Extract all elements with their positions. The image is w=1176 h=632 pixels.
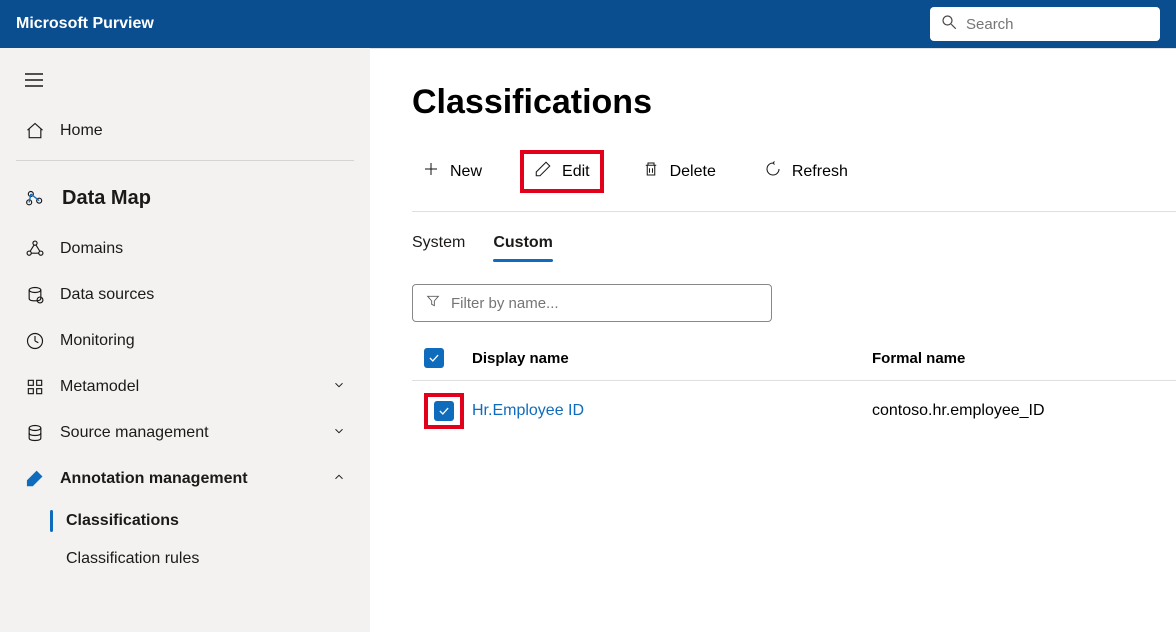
pencil-icon [534, 160, 552, 183]
sidebar-item-sourcemgmt[interactable]: Source management [16, 410, 354, 456]
sidebar-item-domains[interactable]: Domains [16, 226, 354, 272]
datamap-icon [24, 188, 46, 210]
datasources-icon [24, 284, 46, 306]
chevron-down-icon [332, 378, 346, 397]
row-display-name[interactable]: Hr.Employee ID [472, 402, 872, 420]
plus-icon [422, 160, 440, 183]
sidebar-section-datamap[interactable]: Data Map [16, 171, 354, 226]
column-header-display[interactable]: Display name [472, 350, 872, 367]
sidebar-section-label: Data Map [62, 187, 151, 210]
sidebar-subitem-label: Classification rules [66, 550, 199, 567]
table-header: Display name Formal name [412, 348, 1176, 381]
sidebar-item-label: Home [60, 122, 103, 140]
classifications-table: Display name Formal name Hr.Employee ID … [412, 348, 1176, 441]
search-icon [940, 13, 958, 36]
sidebar: Home Data Map Domains Data sources [0, 48, 370, 632]
sidebar-item-label: Source management [60, 424, 209, 442]
chevron-up-icon [332, 470, 346, 489]
button-label: Delete [670, 163, 716, 181]
button-label: New [450, 163, 482, 181]
hamburger-button[interactable] [16, 62, 52, 98]
new-button[interactable]: New [412, 154, 492, 189]
page-title: Classifications [412, 83, 1176, 122]
sidebar-subitem-label: Classifications [66, 512, 179, 529]
sidebar-item-label: Metamodel [60, 378, 139, 396]
sidebar-item-label: Annotation management [60, 470, 248, 488]
brand-title: Microsoft Purview [16, 15, 154, 33]
annotation-icon [24, 468, 46, 490]
button-label: Edit [562, 163, 590, 181]
button-label: Refresh [792, 163, 848, 181]
highlight-frame [424, 393, 464, 429]
checkbox-checked[interactable] [434, 401, 454, 421]
domains-icon [24, 238, 46, 260]
sidebar-item-home[interactable]: Home [16, 108, 354, 154]
search-box[interactable] [930, 7, 1160, 41]
trash-icon [642, 160, 660, 183]
table-row: Hr.Employee ID contoso.hr.employee_ID [412, 381, 1176, 441]
checkbox-checked[interactable] [424, 348, 444, 368]
sidebar-item-monitoring[interactable]: Monitoring [16, 318, 354, 364]
search-input[interactable] [966, 16, 1150, 33]
sidebar-item-label: Data sources [60, 286, 154, 304]
delete-button[interactable]: Delete [632, 154, 726, 189]
filter-input[interactable] [451, 295, 759, 312]
sidebar-item-metamodel[interactable]: Metamodel [16, 364, 354, 410]
top-bar: Microsoft Purview [0, 0, 1176, 48]
main-content: Classifications New Edit Delete [370, 48, 1176, 632]
edit-button[interactable]: Edit [520, 150, 604, 193]
sidebar-item-datasources[interactable]: Data sources [16, 272, 354, 318]
filter-icon [425, 293, 441, 314]
row-formal-name: contoso.hr.employee_ID [872, 402, 1176, 420]
row-select-cell[interactable] [412, 393, 472, 429]
tab-system[interactable]: System [412, 226, 465, 262]
tabs: System Custom [412, 226, 1176, 262]
select-all-cell[interactable] [412, 348, 472, 368]
tab-custom[interactable]: Custom [493, 226, 553, 262]
refresh-button[interactable]: Refresh [754, 154, 858, 189]
home-icon [24, 120, 46, 142]
toolbar: New Edit Delete Refresh [412, 150, 1176, 212]
monitoring-icon [24, 330, 46, 352]
filter-box[interactable] [412, 284, 772, 322]
sidebar-item-label: Domains [60, 240, 123, 258]
sidebar-subitem-classificationrules[interactable]: Classification rules [16, 540, 354, 578]
sidebar-subitem-classifications[interactable]: Classifications [16, 502, 354, 540]
sidebar-item-label: Monitoring [60, 332, 135, 350]
metamodel-icon [24, 376, 46, 398]
sidebar-item-annotmgmt[interactable]: Annotation management [16, 456, 354, 502]
sourcemgmt-icon [24, 422, 46, 444]
refresh-icon [764, 160, 782, 183]
column-header-formal[interactable]: Formal name [872, 350, 1176, 367]
chevron-down-icon [332, 424, 346, 443]
divider [16, 160, 354, 161]
